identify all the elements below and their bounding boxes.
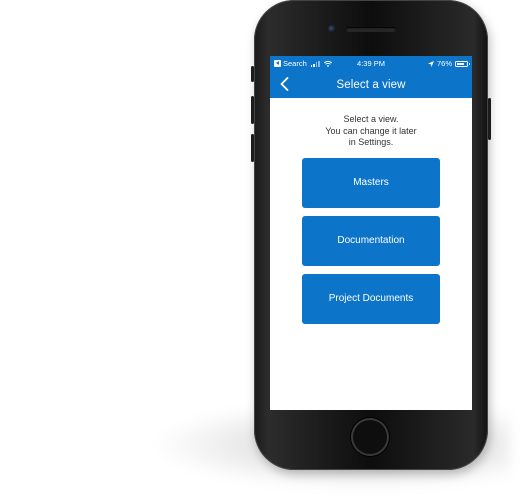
page-title: Select a view xyxy=(336,78,406,91)
cellular-signal-icon xyxy=(310,60,320,67)
status-right: 76% xyxy=(427,59,470,68)
main-content: Select a view. You can change it later i… xyxy=(270,98,472,324)
back-to-app-icon[interactable] xyxy=(274,60,281,67)
view-button-label: Documentation xyxy=(337,235,405,246)
battery-percentage: 76% xyxy=(436,59,452,68)
earpiece-speaker xyxy=(346,27,396,32)
masters-view-button[interactable]: Masters xyxy=(302,157,440,208)
documentation-view-button[interactable]: Documentation xyxy=(302,215,440,266)
phone-device: Search 4:39 PM 76% Select a view Select … xyxy=(251,0,491,470)
location-arrow-icon xyxy=(427,60,434,67)
status-bar: Search 4:39 PM 76% xyxy=(270,56,472,71)
view-options: Masters Documentation Project Documents xyxy=(270,157,472,324)
power-button xyxy=(488,98,491,140)
instruction-line: You can change it later xyxy=(325,125,417,136)
battery-level-fill xyxy=(457,62,464,65)
mute-switch xyxy=(251,66,254,82)
app-screen: Search 4:39 PM 76% Select a view Select … xyxy=(270,56,472,410)
navigation-bar: Select a view xyxy=(270,71,472,98)
instruction-line: in Settings. xyxy=(348,137,394,147)
status-left[interactable]: Search xyxy=(274,59,332,68)
instruction-text: Select a view. You can change it later i… xyxy=(270,114,472,149)
view-button-label: Masters xyxy=(353,177,389,188)
product-shot: Search 4:39 PM 76% Select a view Select … xyxy=(0,0,520,500)
front-camera-icon xyxy=(328,25,336,33)
home-button[interactable] xyxy=(351,418,389,456)
project-documents-view-button[interactable]: Project Documents xyxy=(302,273,440,324)
instruction-line: Select a view. xyxy=(343,114,399,124)
chevron-left-icon xyxy=(280,77,288,91)
wifi-icon xyxy=(323,60,332,67)
view-button-label: Project Documents xyxy=(328,293,414,304)
back-button[interactable] xyxy=(276,76,292,92)
volume-down-button xyxy=(251,134,254,162)
volume-up-button xyxy=(251,96,254,124)
battery-icon xyxy=(455,60,470,67)
back-app-label[interactable]: Search xyxy=(283,59,307,68)
